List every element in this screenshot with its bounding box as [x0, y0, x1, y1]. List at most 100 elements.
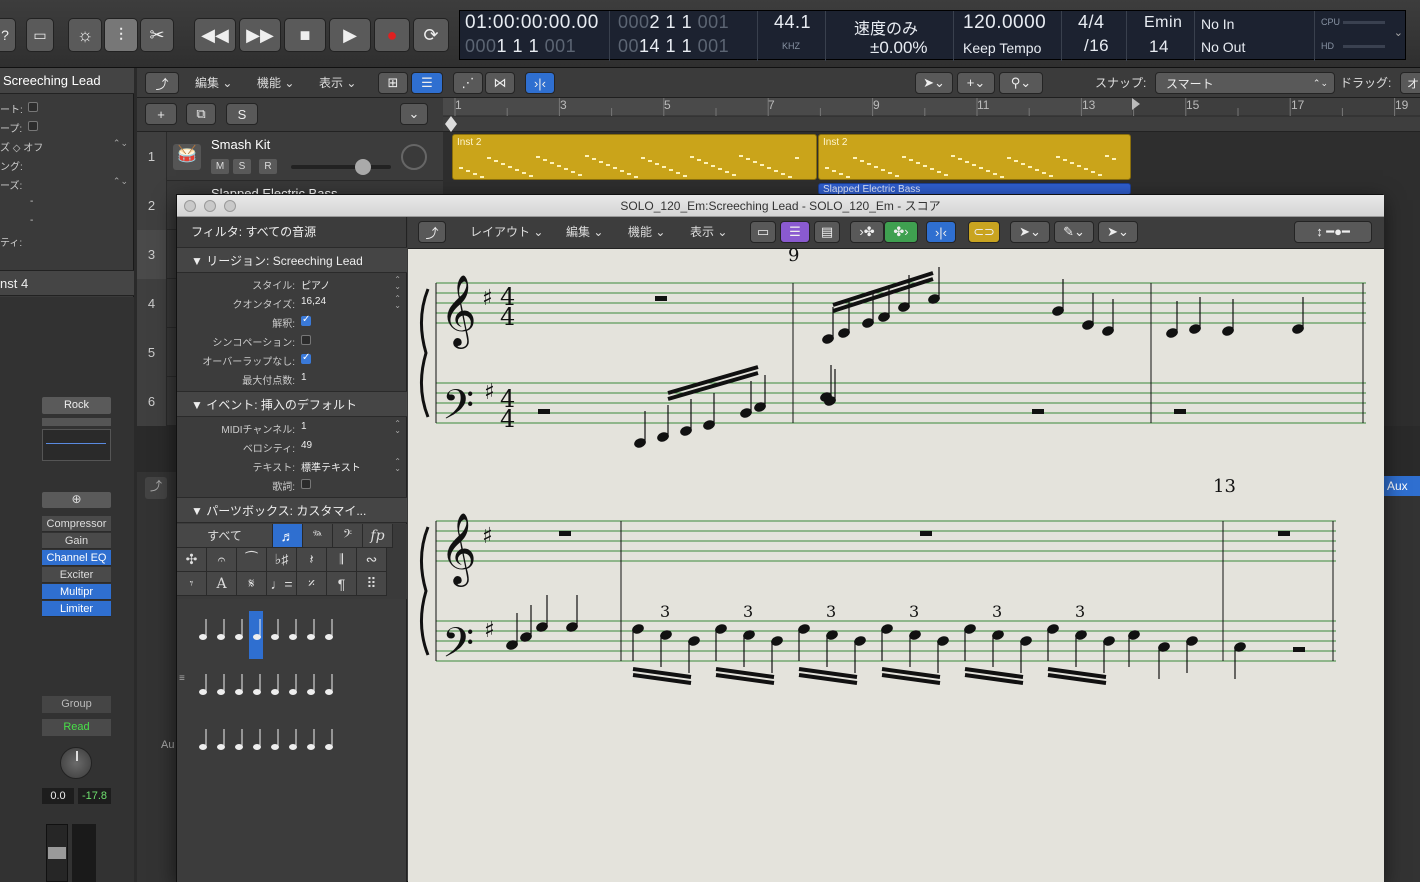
record-enable-button[interactable]: R — [259, 159, 277, 174]
eq-thumbnail-top[interactable] — [42, 418, 111, 426]
volume-fader-track[interactable] — [46, 824, 68, 882]
region-section-header[interactable]: ▼ リージョン: Screeching Lead — [177, 247, 407, 273]
zoom-button[interactable] — [224, 200, 236, 212]
barline-icon[interactable]: 𝄂 — [327, 548, 357, 572]
plugin-slot[interactable]: Gain — [42, 533, 111, 549]
preset-button[interactable]: Rock — [42, 397, 111, 414]
inspector-instrument-label[interactable]: nst 4 — [0, 270, 134, 296]
add-track-button[interactable]: + — [145, 103, 177, 125]
automation-icon[interactable]: ⋰ — [453, 72, 483, 94]
event-prop-velocity[interactable]: ベロシティ: 49 — [177, 437, 407, 456]
plugin-slot[interactable]: Exciter — [42, 567, 111, 583]
score-page[interactable]: 𝄞 𝄢 ♯ ♯ 4 4 4 4 𝄞 𝄢 ♯ ♯ 3 3 3 3 3 3 9 13 — [408, 245, 1384, 882]
mute-button[interactable]: M — [211, 159, 229, 174]
view-menu[interactable]: 表示 ⌄ — [319, 74, 356, 92]
timeline-ruler[interactable]: 1 3 5 7 9 11 13 15 17 19 — [443, 98, 1420, 132]
rewind-button[interactable]: ◀◀ — [194, 18, 236, 52]
drag-dropdown[interactable]: オ — [1400, 72, 1420, 94]
snap-dropdown[interactable]: スマート ⌃⌄ — [1155, 72, 1335, 94]
list-view-icon[interactable]: ☰ — [411, 72, 443, 94]
edit-menu[interactable]: 編集 ⌄ — [195, 74, 232, 92]
midi-region[interactable]: Inst 2 — [452, 134, 817, 180]
notes-group-icon[interactable]: ♬ — [273, 524, 303, 548]
solo-button[interactable]: S — [233, 159, 251, 174]
tempo-note-icon[interactable]: ♩= — [267, 572, 297, 596]
pedal-icon[interactable]: 𝆮 — [303, 524, 333, 548]
inspector-checkbox[interactable] — [28, 121, 38, 131]
event-prop-midi-channel[interactable]: MIDIチャンネル: 1 ⌃ ⌄ — [177, 418, 407, 437]
midi-out-icon[interactable]: ✤› — [884, 221, 918, 243]
up-arrow-button[interactable]: ⤴ — [145, 72, 179, 94]
fast-forward-button[interactable]: ▶▶ — [239, 18, 281, 52]
trill-icon[interactable]: ∾ — [357, 548, 387, 572]
track-options-icon[interactable]: ⌄ — [400, 103, 428, 125]
close-button[interactable] — [184, 200, 196, 212]
inbox-icon[interactable]: ▭ — [26, 18, 54, 52]
time-signature[interactable]: 4/4 — [1078, 12, 1105, 33]
select-tool-icon[interactable]: ➤⌄ — [1098, 221, 1138, 243]
marquee-tool-icon[interactable]: +⌄ — [957, 72, 995, 94]
zoom-slider[interactable]: ↕ ━●━ — [1294, 221, 1372, 243]
inspector-checkbox[interactable] — [28, 102, 38, 112]
edit-menu[interactable]: 編集 ⌄ — [566, 223, 603, 241]
catch-icon[interactable]: ›|‹ — [926, 221, 956, 243]
plugin-slot[interactable]: Multipr — [42, 584, 111, 600]
event-section-header[interactable]: ▼ イベント: 挿入のデフォルト — [177, 391, 407, 417]
inspector-row[interactable]: ーズ: ⌃⌄ — [0, 174, 134, 193]
slur-icon[interactable]: ⁀ — [237, 548, 267, 572]
partbox-section-header[interactable]: ▼ パーツボックス: カスタマイ... — [177, 497, 407, 523]
grid-view-icon[interactable]: ⊞ — [378, 72, 408, 94]
layout-menu[interactable]: レイアウト ⌄ — [470, 223, 543, 241]
volume-value[interactable]: 0.0 — [42, 788, 74, 804]
interpretation-checkbox[interactable] — [301, 314, 311, 326]
view-menu[interactable]: 表示 ⌄ — [690, 223, 727, 241]
tempo-value[interactable]: 120.0000 — [963, 12, 1046, 34]
coda-icon[interactable]: 𝄋 — [237, 572, 267, 596]
key-signature[interactable]: Emin — [1144, 14, 1182, 32]
text-icon[interactable]: A — [207, 572, 237, 596]
cycle-button[interactable]: ⟳ — [413, 18, 449, 52]
repeat-icon[interactable]: 𝄎 — [297, 572, 327, 596]
rest-icon[interactable]: 𝄽 — [297, 548, 327, 572]
smart-controls-button[interactable]: ☼ — [68, 18, 102, 52]
help-button[interactable]: ? — [0, 18, 16, 52]
region-prop-style[interactable]: スタイル: ピアノ ⌃ ⌄ — [177, 274, 407, 293]
aux-strip-label[interactable]: Aux — [1383, 476, 1420, 496]
lcd-display[interactable]: 01:00:00:00.00 0001 1 1 001 0002 1 1 001… — [459, 10, 1406, 61]
global-solo-button[interactable]: S — [226, 103, 258, 125]
linear-view-icon[interactable]: ▭ — [750, 221, 776, 243]
grace-note-icon[interactable]: 𝄾 — [177, 572, 207, 596]
wrap-view-icon[interactable]: ☰ — [780, 221, 810, 243]
syncopation-checkbox[interactable] — [301, 335, 311, 345]
volume-slider[interactable] — [291, 159, 391, 175]
paragraph-icon[interactable]: ¶ — [327, 572, 357, 596]
lcd-menu-chevron-icon[interactable]: ⌄ — [1394, 26, 1403, 39]
functions-menu[interactable]: 機能 ⌄ — [257, 74, 294, 92]
catch-icon[interactable]: ›|‹ — [525, 72, 555, 94]
articulation-icon[interactable]: ✣ — [177, 548, 207, 572]
page-view-icon[interactable]: ▤ — [814, 221, 840, 243]
clef-icon[interactable]: 𝄢 — [333, 524, 363, 548]
dynamics-icon[interactable]: fp — [363, 524, 393, 548]
no-overlap-checkbox[interactable] — [301, 352, 311, 364]
region-prop-max-dots[interactable]: 最大付点数: 1 — [177, 369, 407, 388]
up-arrow-button[interactable]: ⤴ — [418, 221, 446, 243]
plugin-slot[interactable]: Compressor — [42, 516, 111, 532]
filter-row[interactable]: フィルタ: すべての音源 — [191, 223, 316, 240]
mixer-button[interactable]: ⫶ — [104, 18, 138, 52]
editors-scissors-icon[interactable]: ✂ — [140, 18, 174, 52]
link-icon[interactable]: ⊂⊃ — [968, 221, 1000, 243]
pencil-tool-icon[interactable]: ✎⌄ — [1054, 221, 1094, 243]
midi-region[interactable]: Inst 2 — [818, 134, 1131, 180]
link-icon[interactable]: ⊕ — [42, 492, 111, 508]
inspector-row[interactable]: ズ ◇ オフ ⌃⌄ — [0, 136, 134, 155]
play-button[interactable]: ▶ — [329, 18, 371, 52]
region-prop-quantize[interactable]: クオンタイズ: 16,24 ⌃ ⌄ — [177, 293, 407, 312]
division[interactable]: /16 — [1084, 36, 1109, 56]
note-palette[interactable]: ≡ — [179, 607, 403, 787]
minimize-button[interactable] — [204, 200, 216, 212]
midi-in-icon[interactable]: ›✤ — [850, 221, 884, 243]
track-row[interactable]: 1 🥁 Smash Kit M S R — [137, 132, 443, 181]
tool-3-icon[interactable]: ⚲⌄ — [999, 72, 1043, 94]
automation-mode[interactable]: Read — [42, 719, 111, 736]
